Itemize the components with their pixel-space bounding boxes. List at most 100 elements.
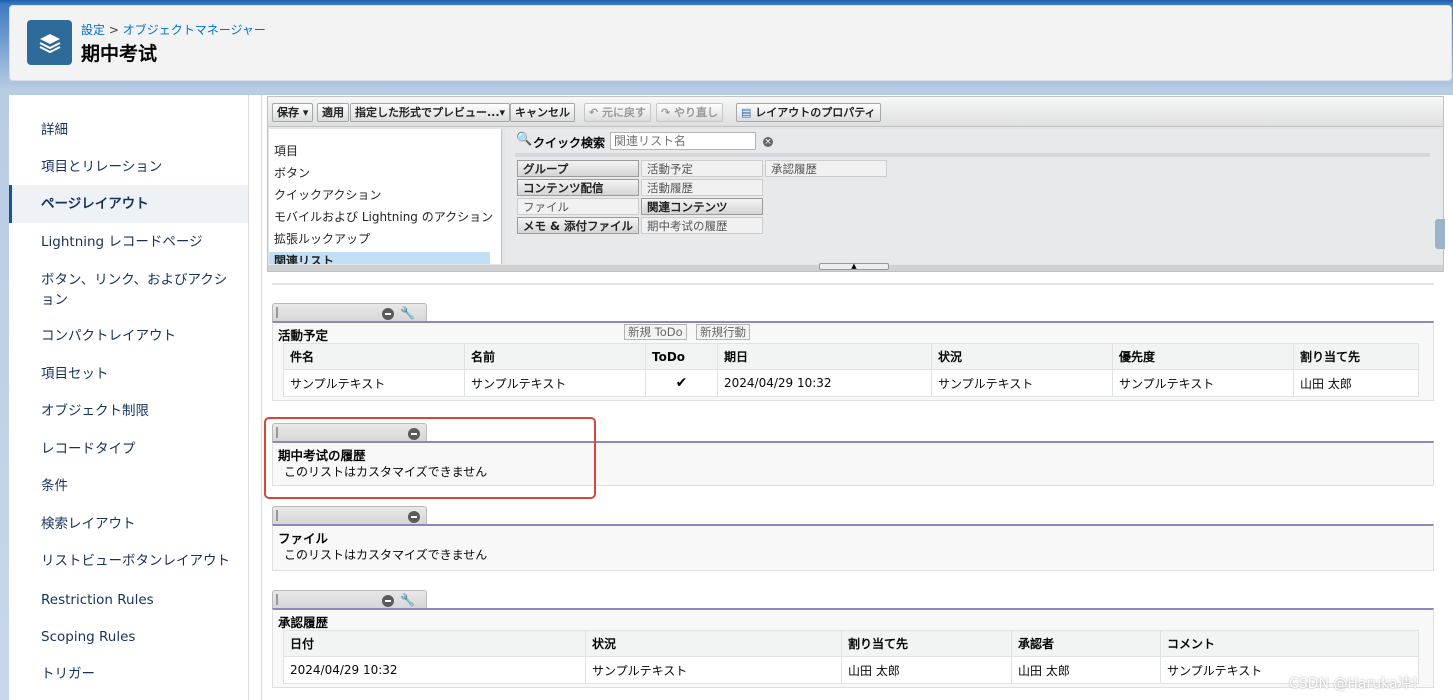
table-cell: 山田 太郎 (1293, 369, 1419, 397)
activity-plan-table: 件名 名前 ToDo 期日 状況 優先度 割り当て先 サンプルテキスト サンプル… (283, 343, 1419, 397)
palette-resize-bar: ▲ (268, 263, 1443, 271)
quick-search-input[interactable] (610, 132, 756, 150)
sidebar: 詳細 項目とリレーション ページレイアウト Lightning レコードページ … (9, 95, 249, 700)
column-header: 割り当て先 (841, 630, 1012, 657)
layout-properties-label: レイアウトのプロパティ (755, 106, 876, 119)
table-row: サンプルテキスト サンプルテキスト ✔ 2024/04/29 10:32 サンプ… (283, 369, 1419, 397)
annotation-highlight-box (264, 417, 596, 499)
palette-item-files[interactable]: ファイル (517, 198, 639, 215)
palette-item-activity-history[interactable]: 活動履歴 (641, 179, 763, 196)
drag-grip-icon (276, 594, 278, 605)
breadcrumb: 設定 > オブジェクトマネージャー (81, 21, 266, 38)
palette-item-notes-attachments[interactable]: メモ & 添付ファイル (517, 217, 639, 234)
undo-button[interactable]: ↶ 元に戻す (584, 103, 652, 122)
sidebar-item-scoping-rules[interactable]: Scoping Rules (9, 627, 248, 647)
related-list-handle-approval-history[interactable]: 🔧 (272, 590, 427, 609)
sidebar-item-object-limits[interactable]: オブジェクト制限 (9, 401, 248, 421)
sidebar-item-buttons-links-actions[interactable]: ボタン、リンク、およびアクション (9, 270, 229, 310)
table-cell: サンプルテキスト (1112, 369, 1294, 397)
sidebar-item-record-types[interactable]: レコードタイプ (9, 439, 248, 459)
new-event-button[interactable]: 新規行動 (696, 324, 750, 340)
table-cell: 2024/04/29 10:32 (717, 369, 932, 397)
layout-editor: 保存 ▾ 適用 指定した形式でプレビュー...▾ キャンセル ↶ 元に戻す ↷ … (261, 95, 1453, 700)
column-header: 優先度 (1112, 343, 1294, 370)
palette-collapse-handle[interactable]: ▲ (819, 263, 889, 270)
redo-button[interactable]: ↷ やり直し (656, 103, 724, 122)
palette-side-tab[interactable] (1435, 219, 1445, 249)
related-list-files: ファイル このリストはカスタマイズできません (272, 524, 1434, 571)
palette-categories: 項目 ボタン クイックアクション モバイルおよび Lightning のアクショ… (269, 129, 502, 264)
table-cell: 山田 太郎 (1011, 656, 1161, 684)
table-cell: 山田 太郎 (841, 656, 1012, 684)
table-header-row: 件名 名前 ToDo 期日 状況 優先度 割り当て先 (283, 343, 1419, 370)
related-list-title: ファイル (278, 531, 329, 546)
table-cell: サンプルテキスト (283, 369, 465, 397)
related-list-title: 承認履歴 (278, 615, 329, 630)
new-todo-button[interactable]: 新規 ToDo (624, 324, 687, 340)
palette-item-content-delivery[interactable]: コンテンツ配信 (517, 179, 639, 196)
breadcrumb-setup-link[interactable]: 設定 (81, 23, 105, 37)
wrench-icon[interactable]: 🔧 (400, 306, 415, 320)
sidebar-item-restriction-rules[interactable]: Restriction Rules (9, 590, 248, 610)
sidebar-item-page-layouts[interactable]: ページレイアウト (9, 185, 248, 223)
checkmark-icon: ✔ (645, 369, 718, 397)
save-button[interactable]: 保存 ▾ (272, 103, 314, 122)
sidebar-item-compact-layouts[interactable]: コンパクトレイアウト (9, 326, 248, 346)
column-header: 件名 (283, 343, 465, 370)
palette-item-group[interactable]: グループ (517, 160, 639, 177)
sidebar-item-search-layouts[interactable]: 検索レイアウト (9, 514, 248, 534)
palette-item-approval-history[interactable]: 承認履歴 (765, 160, 887, 177)
sidebar-item-lightning-record-pages[interactable]: Lightning レコードページ (9, 232, 248, 252)
remove-icon[interactable] (408, 511, 420, 523)
preview-button[interactable]: 指定した形式でプレビュー...▾ (350, 103, 511, 122)
table-cell: サンプルテキスト (585, 656, 842, 684)
quick-search-label: クイック検索 (533, 136, 606, 150)
clear-search-icon[interactable]: × (763, 137, 773, 147)
palette-items: 🔍 クイック検索 × グループ 活動予定 承認履歴 コンテンツ配信 活動履歴 フ… (505, 129, 1442, 264)
sidebar-item-field-sets[interactable]: 項目セット (9, 364, 248, 384)
approval-history-table: 日付 状況 割り当て先 承認者 コメント 2024/04/29 10:32 サン… (283, 630, 1419, 684)
sidebar-item-fields-relationships[interactable]: 項目とリレーション (9, 157, 248, 177)
canvas-divider (272, 283, 1434, 285)
palette-item-midterm-history[interactable]: 期中考试の履歴 (641, 217, 763, 234)
related-list-activity-plan: 活動予定 新規 ToDo 新規行動 件名 名前 ToDo 期日 状況 優先度 割… (272, 321, 1434, 401)
remove-icon[interactable] (382, 308, 394, 320)
quick-search-divider (515, 153, 1430, 157)
apply-button[interactable]: 適用 (317, 103, 349, 122)
category-mobile-lightning-actions[interactable]: モバイルおよび Lightning のアクション (274, 208, 493, 225)
column-header: 日付 (283, 630, 586, 657)
redo-icon: ↷ (661, 106, 675, 119)
palette-item-activity-plan[interactable]: 活動予定 (641, 160, 763, 177)
category-expanded-lookups[interactable]: 拡張ルックアップ (274, 230, 370, 247)
category-buttons[interactable]: ボタン (274, 164, 310, 181)
drag-grip-icon (276, 307, 278, 318)
table-row: 2024/04/29 10:32 サンプルテキスト 山田 太郎 山田 太郎 サン… (283, 656, 1419, 684)
sidebar-item-triggers[interactable]: トリガー (9, 664, 248, 684)
column-header: ToDo (645, 343, 718, 370)
column-header: 承認者 (1011, 630, 1161, 657)
page-title: 期中考试 (81, 43, 158, 65)
not-customizable-note: このリストはカスタマイズできません (284, 548, 488, 562)
palette: 保存 ▾ 適用 指定した形式でプレビュー...▾ キャンセル ↶ 元に戻す ↷ … (267, 96, 1445, 272)
breadcrumb-object-manager-link[interactable]: オブジェクトマネージャー (123, 23, 266, 37)
sidebar-item-details[interactable]: 詳細 (9, 120, 248, 140)
palette-item-related-content[interactable]: 関連コンテンツ (641, 198, 763, 215)
category-related-lists[interactable]: 関連リスト (269, 252, 490, 264)
related-list-approval-history: 承認履歴 日付 状況 割り当て先 承認者 コメント 2024/04/29 10:… (272, 608, 1434, 688)
wrench-icon[interactable]: 🔧 (400, 593, 415, 607)
related-list-handle-activity-plan[interactable]: 🔧 (272, 303, 427, 322)
column-header: コメント (1160, 630, 1419, 657)
editor-toolbar: 保存 ▾ 適用 指定した形式でプレビュー...▾ キャンセル ↶ 元に戻す ↷ … (268, 97, 1443, 127)
sidebar-item-list-view-button-layout[interactable]: リストビューボタンレイアウト (9, 551, 248, 571)
category-quick-actions[interactable]: クイックアクション (274, 186, 381, 203)
layout-properties-button[interactable]: ▤ レイアウトのプロパティ (736, 103, 881, 122)
cancel-button[interactable]: キャンセル (510, 103, 575, 122)
table-cell: 2024/04/29 10:32 (283, 656, 586, 684)
category-fields[interactable]: 項目 (274, 142, 298, 159)
sidebar-item-conditions[interactable]: 条件 (9, 476, 248, 496)
column-header: 状況 (585, 630, 842, 657)
remove-icon[interactable] (382, 595, 394, 607)
breadcrumb-separator: > (105, 23, 123, 37)
related-list-handle-files[interactable] (272, 506, 427, 525)
redo-label: やり直し (674, 106, 719, 119)
